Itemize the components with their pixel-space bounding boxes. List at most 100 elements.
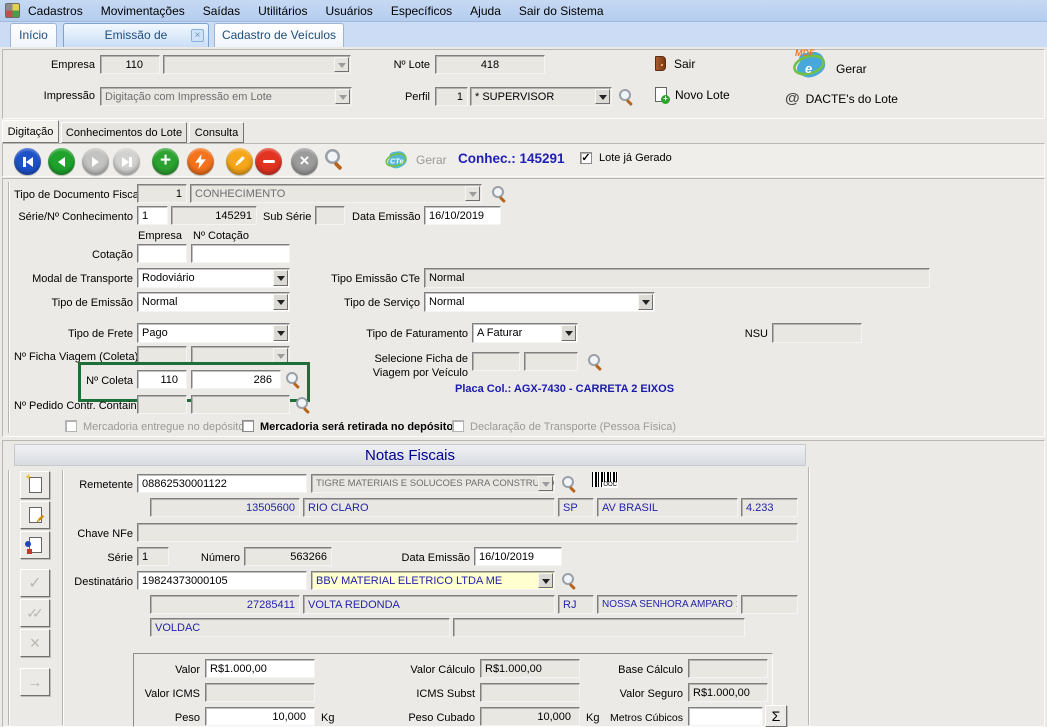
remetente-cnpj-field[interactable]: 08862530001122 [137, 474, 307, 493]
serie-field[interactable]: 1 [137, 206, 168, 225]
tipo-faturamento-combobox[interactable]: A Faturar [472, 323, 578, 343]
dacte-button[interactable]: @ DACTE's do Lote [785, 90, 898, 107]
perfil-combobox[interactable]: * SUPERVISOR [470, 87, 612, 106]
nsu-field[interactable] [772, 323, 862, 343]
modal-transporte-combobox[interactable]: Rodoviário [137, 268, 290, 288]
destinatario-cnpj-field[interactable]: 19824373000105 [137, 571, 307, 590]
subtab-consulta-label: Consulta [195, 127, 238, 139]
sigma-button[interactable]: Σ [765, 705, 787, 727]
last-record-button[interactable] [113, 148, 140, 175]
ficha-veiculo-empresa-field[interactable] [472, 352, 520, 371]
remetente-combobox[interactable]: TIGRE MATERIAIS E SOLUCOES PARA CONSTRUC… [311, 474, 555, 493]
valor-seguro-field: R$1.000,00 [688, 683, 768, 702]
peso-field[interactable]: 10,000 [205, 707, 315, 726]
sair-button[interactable]: Sair [655, 56, 695, 71]
cancel-record-button[interactable]: × [291, 148, 318, 175]
destinatario-combobox[interactable]: BBV MATERIAL ELETRICO LTDA ME [311, 571, 555, 590]
dropdown-arrow-icon[interactable] [273, 294, 288, 310]
cotacao-empresa-field[interactable] [137, 244, 187, 263]
menu-item-cadastros[interactable]: Cadastros [28, 4, 83, 18]
dropdown-arrow-icon[interactable] [465, 186, 480, 201]
tipo-servico-combobox[interactable]: Normal [424, 292, 655, 312]
tipo-emissao-cte-label: Tipo Emissão CTe [300, 270, 420, 289]
dropdown-arrow-icon[interactable] [273, 325, 288, 341]
nf-data-emissao-field[interactable]: 16/10/2019 [474, 547, 562, 566]
menu-item-utilitarios[interactable]: Utilitários [258, 4, 307, 18]
coleta-search-icon[interactable] [286, 372, 302, 388]
tab-cadastro-veiculos[interactable]: Cadastro de Veículos [214, 23, 344, 47]
destinatario-search-icon[interactable] [562, 573, 578, 589]
sigma-icon: Σ [772, 708, 781, 724]
numero-conhecimento-field[interactable]: 145291 [171, 206, 257, 225]
toolbar-search-icon[interactable] [325, 149, 345, 169]
coleta-numero-field[interactable]: 286 [191, 370, 281, 389]
destinatario-bairro-field: VOLDAC [150, 618, 450, 637]
nf-numero-label: Número [180, 549, 240, 568]
mdfe-gerar-button[interactable]: MDF e Gerar [788, 47, 908, 85]
menu-item-sair-do-sistema[interactable]: Sair do Sistema [519, 4, 604, 18]
nf-numero-field[interactable]: 563266 [244, 547, 332, 566]
valor-seguro-label: Valor Seguro [578, 685, 683, 704]
empresa-combobox[interactable] [163, 55, 351, 74]
menu-item-usuarios[interactable]: Usuários [325, 4, 372, 18]
barcode-icon[interactable]: OOC [592, 472, 618, 487]
tipo-frete-combobox[interactable]: Pago [137, 323, 290, 343]
empresa-code-field[interactable]: 110 [100, 55, 160, 74]
novo-lote-button[interactable]: + Novo Lote [655, 87, 730, 102]
remetente-uf-field: SP [558, 498, 594, 517]
remetente-search-icon[interactable] [562, 476, 578, 492]
subtab-consulta[interactable]: Consulta [189, 122, 244, 143]
data-emissao-field[interactable]: 16/10/2019 [424, 206, 501, 225]
valor-field[interactable]: R$1.000,00 [205, 659, 315, 678]
subtab-conhecimentos-lote[interactable]: Conhecimentos do Lote [61, 122, 187, 143]
cotacao-numero-field[interactable] [191, 244, 290, 263]
tipo-documento-combobox[interactable]: CONHECIMENTO [190, 184, 482, 203]
dropdown-arrow-icon[interactable] [561, 325, 576, 341]
sub-serie-field[interactable] [315, 206, 345, 225]
post-record-button[interactable] [187, 148, 214, 175]
pedido-container-search-icon[interactable] [296, 397, 312, 413]
edit-record-button[interactable] [226, 148, 253, 175]
tab-emissao-conhecimentos[interactable]: Emissão de Conhecimentos × [63, 23, 209, 47]
notas-fiscais-title: Notas Fiscais [365, 447, 455, 464]
dropdown-arrow-icon[interactable] [334, 57, 349, 72]
tipo-emissao-combobox[interactable]: Normal [137, 292, 290, 312]
dropdown-arrow-icon[interactable] [595, 89, 610, 104]
destinatario-numero-field [741, 595, 798, 614]
tipo-documento-num-field[interactable]: 1 [137, 184, 187, 203]
first-record-button[interactable] [14, 148, 41, 175]
menu-item-especificos[interactable]: Específicos [391, 4, 452, 18]
chave-nfe-label: Chave NFe [14, 525, 133, 544]
previous-record-button[interactable] [48, 148, 75, 175]
chave-nfe-field[interactable] [137, 523, 798, 542]
metros-cubicos-field[interactable] [688, 707, 763, 726]
perfil-num-field[interactable]: 1 [435, 87, 468, 106]
coleta-empresa-field[interactable]: 110 [137, 370, 187, 389]
add-record-button[interactable]: + [152, 148, 179, 175]
menu-item-ajuda[interactable]: Ajuda [470, 4, 501, 18]
tipo-documento-value: CONHECIMENTO [195, 188, 285, 200]
mercadoria-retirada-checkbox[interactable] [242, 420, 254, 432]
perfil-search-icon[interactable] [619, 89, 635, 105]
dropdown-arrow-icon[interactable] [538, 476, 553, 491]
tab-inicio[interactable]: Início [10, 23, 57, 47]
dropdown-arrow-icon[interactable] [335, 89, 350, 104]
lote-field[interactable]: 418 [435, 55, 545, 74]
next-record-button[interactable] [82, 148, 109, 175]
lote-ja-gerado-checkbox[interactable]: ✓ [580, 152, 592, 164]
subtab-digitacao[interactable]: Digitação [2, 120, 59, 143]
dropdown-arrow-icon[interactable] [538, 573, 553, 588]
dropdown-arrow-icon[interactable] [273, 270, 288, 286]
delete-record-button[interactable] [255, 148, 282, 175]
tab-close-icon[interactable]: × [191, 29, 204, 42]
gerar-cte-button[interactable]: CTe Gerar [382, 145, 457, 175]
tipo-documento-search-icon[interactable] [492, 186, 508, 202]
ficha-veiculo-search-icon[interactable] [588, 354, 604, 370]
tipo-frete-label: Tipo de Frete [14, 325, 133, 344]
ficha-veiculo-numero-field[interactable] [524, 352, 578, 371]
impressao-combobox[interactable]: Digitação com Impressão em Lote [100, 87, 352, 106]
nf-serie-field[interactable]: 1 [137, 547, 169, 566]
menu-item-movimentacoes[interactable]: Movimentações [101, 4, 185, 18]
dropdown-arrow-icon[interactable] [638, 294, 653, 310]
menu-item-saidas[interactable]: Saídas [203, 4, 240, 18]
